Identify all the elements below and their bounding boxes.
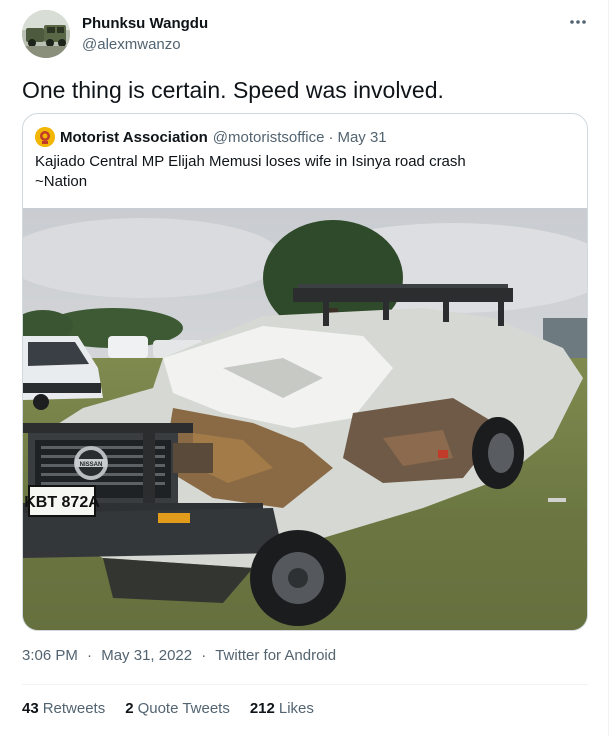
tweet-time[interactable]: 3:06 PM xyxy=(22,647,78,664)
quoted-tweet-text: Kajiado Central MP Elijah Memusi loses w… xyxy=(35,152,575,192)
author-handle[interactable]: @alexmwanzo xyxy=(82,36,181,53)
quoted-display-name[interactable]: Motorist Association xyxy=(60,129,208,146)
author-display-name[interactable]: Phunksu Wangdu xyxy=(82,15,208,32)
likes-count: 212 xyxy=(249,700,275,717)
meta-separator: · xyxy=(87,647,93,664)
divider xyxy=(22,684,588,685)
quote-tweets-count: 2 xyxy=(125,700,134,717)
quoted-date[interactable]: May 31 xyxy=(337,129,386,146)
likes-label: Likes xyxy=(278,700,314,717)
ellipsis-icon xyxy=(570,20,586,24)
engagement-stats: 43 Retweets 2 Quote Tweets 212 Likes xyxy=(22,700,314,717)
quoted-author-avatar[interactable] xyxy=(35,127,55,147)
tweet-date[interactable]: May 31, 2022 xyxy=(101,647,192,664)
license-plate-text: KBT 872A xyxy=(24,494,100,511)
quote-tweets-label: Quote Tweets xyxy=(137,700,230,717)
quoted-text-line-2: ~Nation xyxy=(35,173,88,190)
likes-link[interactable]: 212 Likes xyxy=(250,700,314,717)
author-avatar[interactable] xyxy=(22,10,70,58)
quoted-tweet[interactable]: Motorist Association @motoristsoffice · … xyxy=(22,113,588,631)
tweet-detail: Phunksu Wangdu @alexmwanzo One thing is … xyxy=(0,0,609,736)
quoted-text-line-1: Kajiado Central MP Elijah Memusi loses w… xyxy=(35,153,466,170)
quoted-handle[interactable]: @motoristsoffice xyxy=(213,129,325,146)
quoted-separator: · xyxy=(328,128,334,146)
meta-separator: · xyxy=(201,647,207,664)
retweets-link[interactable]: 43 Retweets xyxy=(22,700,105,717)
tweet-metadata: 3:06 PM · May 31, 2022 · Twitter for And… xyxy=(22,647,336,664)
crashed-vehicle-photo[interactable]: NISSAN KBT 872A xyxy=(23,208,588,631)
more-options-button[interactable] xyxy=(566,12,590,32)
quote-tweets-link[interactable]: 2 Quote Tweets xyxy=(125,700,230,717)
retweets-label: Retweets xyxy=(42,700,106,717)
nissan-badge-text: NISSAN xyxy=(80,462,103,468)
retweets-count: 43 xyxy=(22,700,39,717)
quoted-tweet-header: Motorist Association @motoristsoffice · … xyxy=(35,126,387,148)
vehicles-photo-avatar-icon xyxy=(22,10,70,58)
tweet-text: One thing is certain. Speed was involved… xyxy=(22,77,444,103)
motorist-logo-icon xyxy=(35,127,55,147)
tweet-source[interactable]: Twitter for Android xyxy=(215,647,336,664)
